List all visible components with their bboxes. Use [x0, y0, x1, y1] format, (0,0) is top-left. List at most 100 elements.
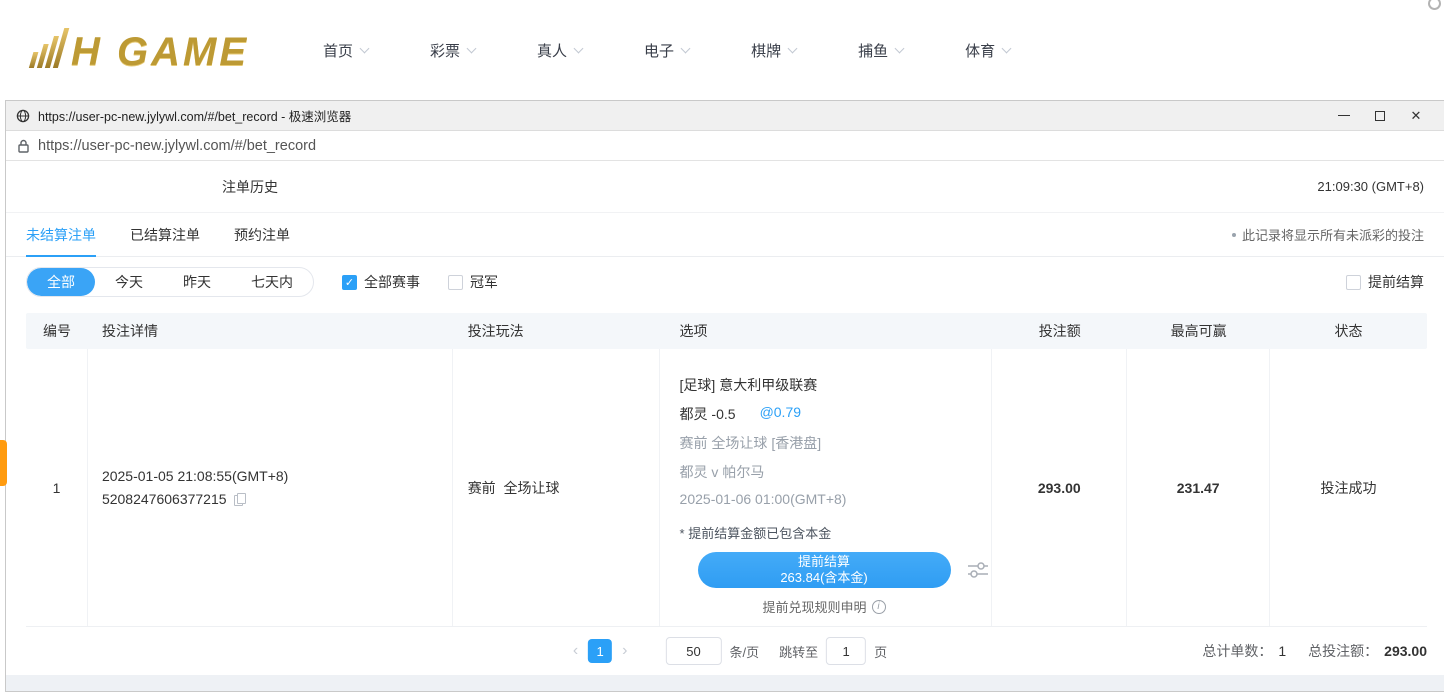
col-header-selection: 选项 [660, 321, 993, 341]
minimize-icon [1338, 115, 1350, 116]
browser-titlebar[interactable]: https://user-pc-new.jylywl.com/#/bet_rec… [6, 101, 1444, 131]
corner-circle-icon [1428, 0, 1441, 10]
tab-unsettled[interactable]: 未结算注单 [26, 213, 96, 256]
total-count-label: 总计单数： [1202, 641, 1272, 661]
col-header-maxwin: 最高可赢 [1127, 321, 1270, 341]
tab-reserved[interactable]: 预约注单 [234, 213, 290, 256]
chevron-down-icon [360, 43, 370, 53]
nav-item-slots[interactable]: 电子 [644, 40, 689, 61]
col-header-amount: 投注额 [992, 321, 1127, 341]
all-events-label: 全部赛事 [364, 272, 420, 292]
checkbox-unchecked-icon[interactable] [448, 275, 463, 290]
minimize-button[interactable] [1326, 101, 1362, 131]
table-header-row: 编号 投注详情 投注玩法 选项 投注额 最高可赢 状态 [26, 313, 1427, 349]
info-icon[interactable]: i [872, 600, 886, 614]
champion-label: 冠军 [470, 272, 498, 292]
cell-amount: 293.00 [992, 349, 1127, 626]
col-header-status: 状态 [1270, 321, 1427, 341]
date-filter-all[interactable]: 全部 [27, 268, 95, 296]
page-size-input[interactable] [666, 637, 722, 665]
pagination-row: ‹ 1 › 条/页 跳转至 页 总计单数： 1 总投注额： 293.00 [6, 627, 1444, 675]
nav-item-cards[interactable]: 棋牌 [751, 40, 796, 61]
date-filter-today[interactable]: 今天 [95, 268, 163, 296]
date-filter-group: 全部 今天 昨天 七天内 [26, 267, 314, 297]
selection-market: 赛前 全场让球 [香港盘] [680, 433, 992, 453]
nav-label: 彩票 [430, 40, 460, 61]
early-settlement-checkbox-group[interactable]: 提前结算 [1346, 272, 1424, 292]
selection-match: 都灵 v 帕尔马 [680, 462, 992, 482]
main-nav: 首页 彩票 真人 电子 棋牌 捕鱼 体育 [323, 40, 1010, 61]
copy-icon[interactable] [234, 493, 245, 505]
nav-item-lottery[interactable]: 彩票 [430, 40, 475, 61]
nav-label: 体育 [965, 40, 995, 61]
nav-item-fishing[interactable]: 捕鱼 [858, 40, 903, 61]
bullet-dot-icon [1232, 233, 1236, 237]
brand-logo[interactable]: H GAME [34, 28, 249, 72]
next-page-button[interactable]: › [612, 642, 637, 660]
page-title: 注单历史 [222, 177, 278, 197]
close-button[interactable]: ✕ [1398, 101, 1434, 131]
cashout-button[interactable]: 提前结算 263.84(含本金) [698, 552, 951, 588]
nav-item-sports[interactable]: 体育 [965, 40, 1010, 61]
tabs-row: 未结算注单 已结算注单 预约注单 此记录将显示所有未派彩的投注 [6, 213, 1444, 257]
current-page-button[interactable]: 1 [588, 639, 612, 663]
col-header-play: 投注玩法 [453, 321, 660, 341]
maximize-button[interactable] [1362, 101, 1398, 131]
cell-no: 1 [26, 349, 88, 626]
total-amount-value: 293.00 [1384, 643, 1427, 659]
nav-label: 真人 [537, 40, 567, 61]
cell-play: 赛前 全场让球 [453, 349, 660, 626]
bet-id-line: 5208247606377215 [102, 491, 245, 507]
jump-page-input[interactable] [826, 637, 866, 665]
date-filter-7days[interactable]: 七天内 [231, 268, 313, 296]
logo-bars-icon [28, 28, 70, 72]
prev-page-button[interactable]: ‹ [563, 642, 588, 660]
col-header-detail: 投注详情 [88, 321, 453, 341]
cashout-note: * 提前结算金额已包含本金 [680, 523, 992, 542]
table-row: 1 2025-01-05 21:08:55(GMT+8) 52082476063… [26, 349, 1427, 627]
nav-label: 电子 [644, 40, 674, 61]
window-title: https://user-pc-new.jylywl.com/#/bet_rec… [38, 106, 351, 125]
maximize-icon [1375, 111, 1385, 121]
nav-label: 首页 [323, 40, 353, 61]
bets-table: 编号 投注详情 投注玩法 选项 投注额 最高可赢 状态 1 2025-01-05… [6, 307, 1444, 627]
selection-match-time: 2025-01-06 01:00(GMT+8) [680, 491, 992, 507]
tabs-note-text: 此记录将显示所有未派彩的投注 [1242, 225, 1424, 244]
total-count-value: 1 [1278, 643, 1286, 659]
address-bar[interactable]: https://user-pc-new.jylywl.com/#/bet_rec… [6, 131, 1444, 161]
cell-status: 投注成功 [1270, 349, 1427, 626]
cell-selection: [足球] 意大利甲级联赛 都灵 -0.5 @0.79 赛前 全场让球 [香港盘]… [660, 349, 993, 626]
total-amount-label: 总投注额： [1308, 641, 1378, 661]
col-header-no: 编号 [26, 321, 88, 341]
bet-time: 2025-01-05 21:08:55(GMT+8) [102, 468, 288, 484]
all-events-checkbox-group[interactable]: ✓ 全部赛事 [342, 272, 420, 292]
filter-row: 全部 今天 昨天 七天内 ✓ 全部赛事 冠军 提前结算 [6, 257, 1444, 307]
chevron-down-icon [467, 43, 477, 53]
nav-label: 棋牌 [751, 40, 781, 61]
close-icon: ✕ [1411, 108, 1422, 124]
tab-label: 已结算注单 [130, 225, 200, 245]
window-controls: ✕ [1326, 101, 1434, 131]
nav-item-home[interactable]: 首页 [323, 40, 368, 61]
lock-icon [18, 139, 29, 153]
selection-pick-line: 都灵 -0.5 @0.79 [680, 404, 992, 424]
selection-odds: @0.79 [760, 404, 801, 424]
date-filter-yesterday[interactable]: 昨天 [163, 268, 231, 296]
tabs-note: 此记录将显示所有未派彩的投注 [1232, 225, 1424, 244]
tab-settled[interactable]: 已结算注单 [130, 213, 200, 256]
page-unit-label: 页 [874, 642, 887, 661]
checkbox-checked-icon[interactable]: ✓ [342, 275, 357, 290]
chevron-down-icon [681, 43, 691, 53]
cell-maxwin: 231.47 [1127, 349, 1270, 626]
side-floating-tag[interactable] [0, 440, 7, 486]
nav-item-live[interactable]: 真人 [537, 40, 582, 61]
url-text: https://user-pc-new.jylywl.com/#/bet_rec… [38, 138, 316, 154]
sliders-icon[interactable] [967, 561, 989, 579]
champion-checkbox-group[interactable]: 冠军 [448, 272, 498, 292]
cashout-rules-link[interactable]: 提前兑现规则申明 i [698, 597, 951, 616]
pagination-center: ‹ 1 › 条/页 跳转至 页 [563, 637, 887, 665]
logo-text: H GAME [71, 32, 249, 72]
checkbox-unchecked-icon[interactable] [1346, 275, 1361, 290]
chevron-down-icon [574, 43, 584, 53]
browser-window: https://user-pc-new.jylywl.com/#/bet_rec… [5, 100, 1444, 692]
